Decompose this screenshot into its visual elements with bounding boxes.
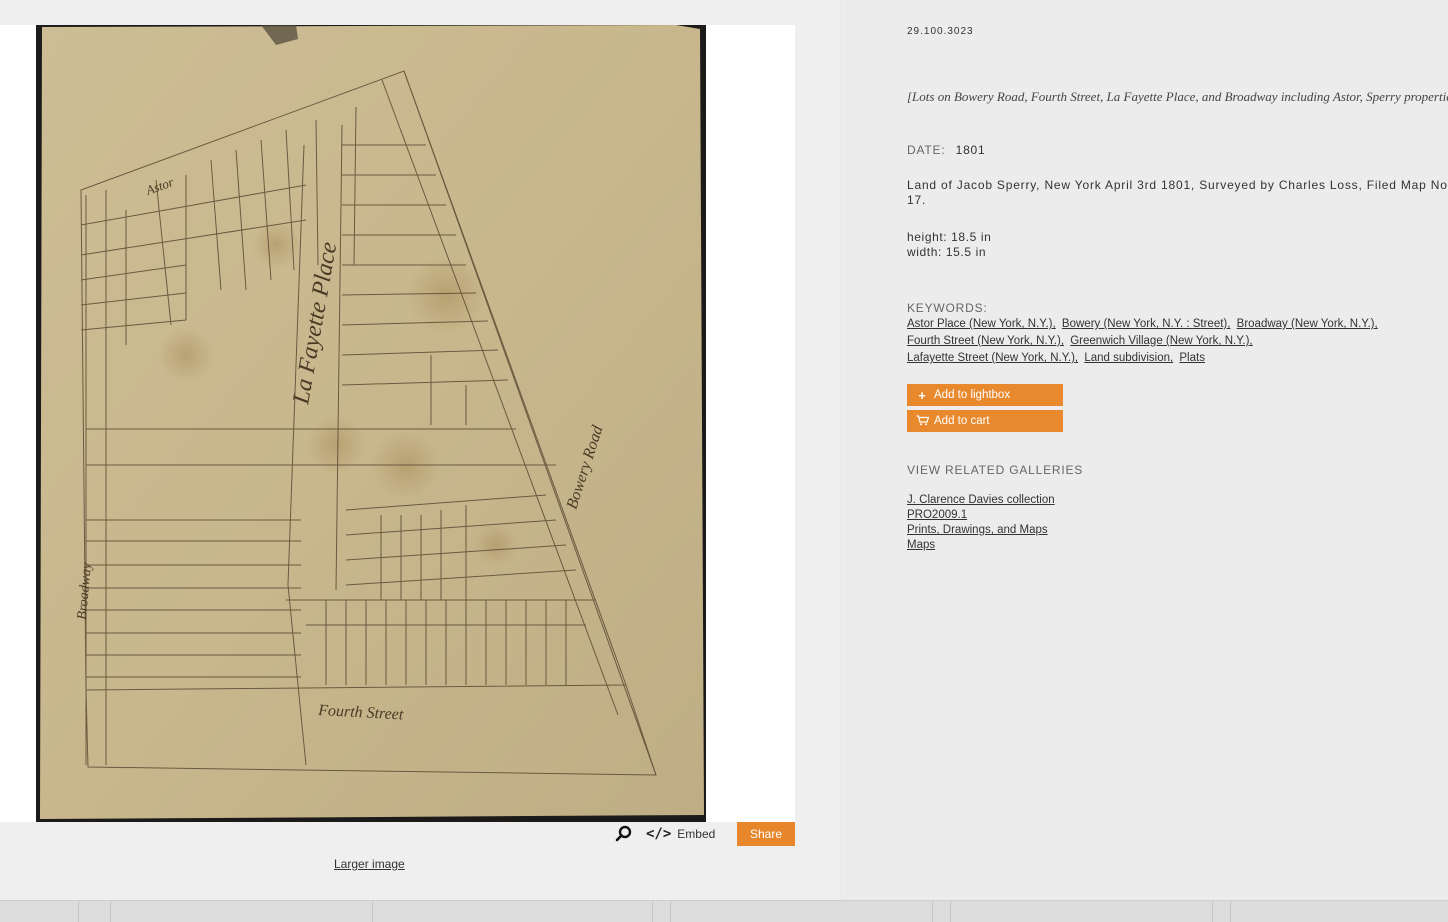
plus-icon: + (918, 387, 926, 403)
strip-divider (670, 901, 671, 922)
add-to-lightbox-button[interactable]: + Add to lightbox (907, 384, 1063, 406)
date-value: 1801 (955, 143, 986, 157)
width-value: width: 15.5 in (907, 245, 987, 259)
date-row: DATE: 1801 (907, 143, 986, 157)
strip-divider (372, 901, 373, 922)
keywords-list: Astor Place (New York, N.Y.), Bowery (Ne… (907, 316, 1427, 367)
bottom-strip (0, 900, 1448, 922)
keyword-link[interactable]: Astor Place (New York, N.Y.), (907, 318, 1056, 330)
strip-divider (950, 901, 951, 922)
gallery-link[interactable]: Maps (907, 538, 1055, 553)
keyword-link[interactable]: Land subdivision, (1084, 352, 1173, 364)
gallery-link[interactable]: PRO2009.1 (907, 508, 1055, 523)
keyword-link[interactable]: Bowery (New York, N.Y. : Street), (1062, 318, 1231, 330)
keyword-link[interactable]: Plats (1179, 352, 1205, 364)
related-galleries-heading: VIEW RELATED GALLERIES (907, 463, 1084, 477)
embed-button[interactable]: </> Embed (646, 824, 715, 844)
viewer-toolbar: </> Embed Share (0, 822, 795, 846)
map-image[interactable]: La Fayette Place Fourth Street Bowery Ro… (36, 25, 706, 822)
keyword-link[interactable]: Broadway (New York, N.Y.), (1237, 318, 1378, 330)
larger-image-link[interactable]: Larger image (334, 857, 405, 871)
paper-sheet (40, 25, 704, 819)
share-button[interactable]: Share (737, 822, 795, 846)
keyword-link[interactable]: Greenwich Village (New York, N.Y.), (1070, 335, 1252, 347)
dimensions: height: 18.5 in width: 15.5 in (907, 230, 991, 260)
gallery-link[interactable]: J. Clarence Davies collection (907, 493, 1055, 508)
strip-divider (1212, 901, 1213, 922)
record-details-panel: 29.100.3023 [Lots on Bowery Road, Fourth… (841, 0, 1448, 900)
strip-divider (110, 901, 111, 922)
strip-divider (78, 901, 79, 922)
accession-number: 29.100.3023 (907, 26, 974, 37)
date-label: DATE: (907, 143, 946, 157)
related-galleries-list: J. Clarence Davies collection PRO2009.1 … (907, 493, 1055, 553)
record-title: [Lots on Bowery Road, Fourth Street, La … (907, 89, 1448, 104)
add-to-lightbox-label: Add to lightbox (934, 389, 1011, 401)
strip-divider (932, 901, 933, 922)
add-to-cart-label: Add to cart (934, 415, 990, 427)
embed-label: Embed (677, 827, 716, 841)
search-icon[interactable] (614, 824, 634, 844)
keywords-label: KEYWORDS: (907, 301, 988, 315)
strip-divider (652, 901, 653, 922)
height-value: height: 18.5 in (907, 230, 992, 244)
cart-icon (916, 414, 930, 429)
keyword-link[interactable]: Fourth Street (New York, N.Y.), (907, 335, 1064, 347)
code-icon: </> (646, 826, 672, 842)
record-description: Land of Jacob Sperry, New York April 3rd… (907, 178, 1448, 207)
strip-divider (1230, 901, 1231, 922)
map-drawing: La Fayette Place Fourth Street Bowery Ro… (40, 25, 704, 819)
image-viewer-panel: La Fayette Place Fourth Street Bowery Ro… (0, 0, 840, 900)
keyword-link[interactable]: Lafayette Street (New York, N.Y.), (907, 352, 1078, 364)
add-to-cart-button[interactable]: Add to cart (907, 410, 1063, 432)
gallery-link[interactable]: Prints, Drawings, and Maps (907, 523, 1055, 538)
